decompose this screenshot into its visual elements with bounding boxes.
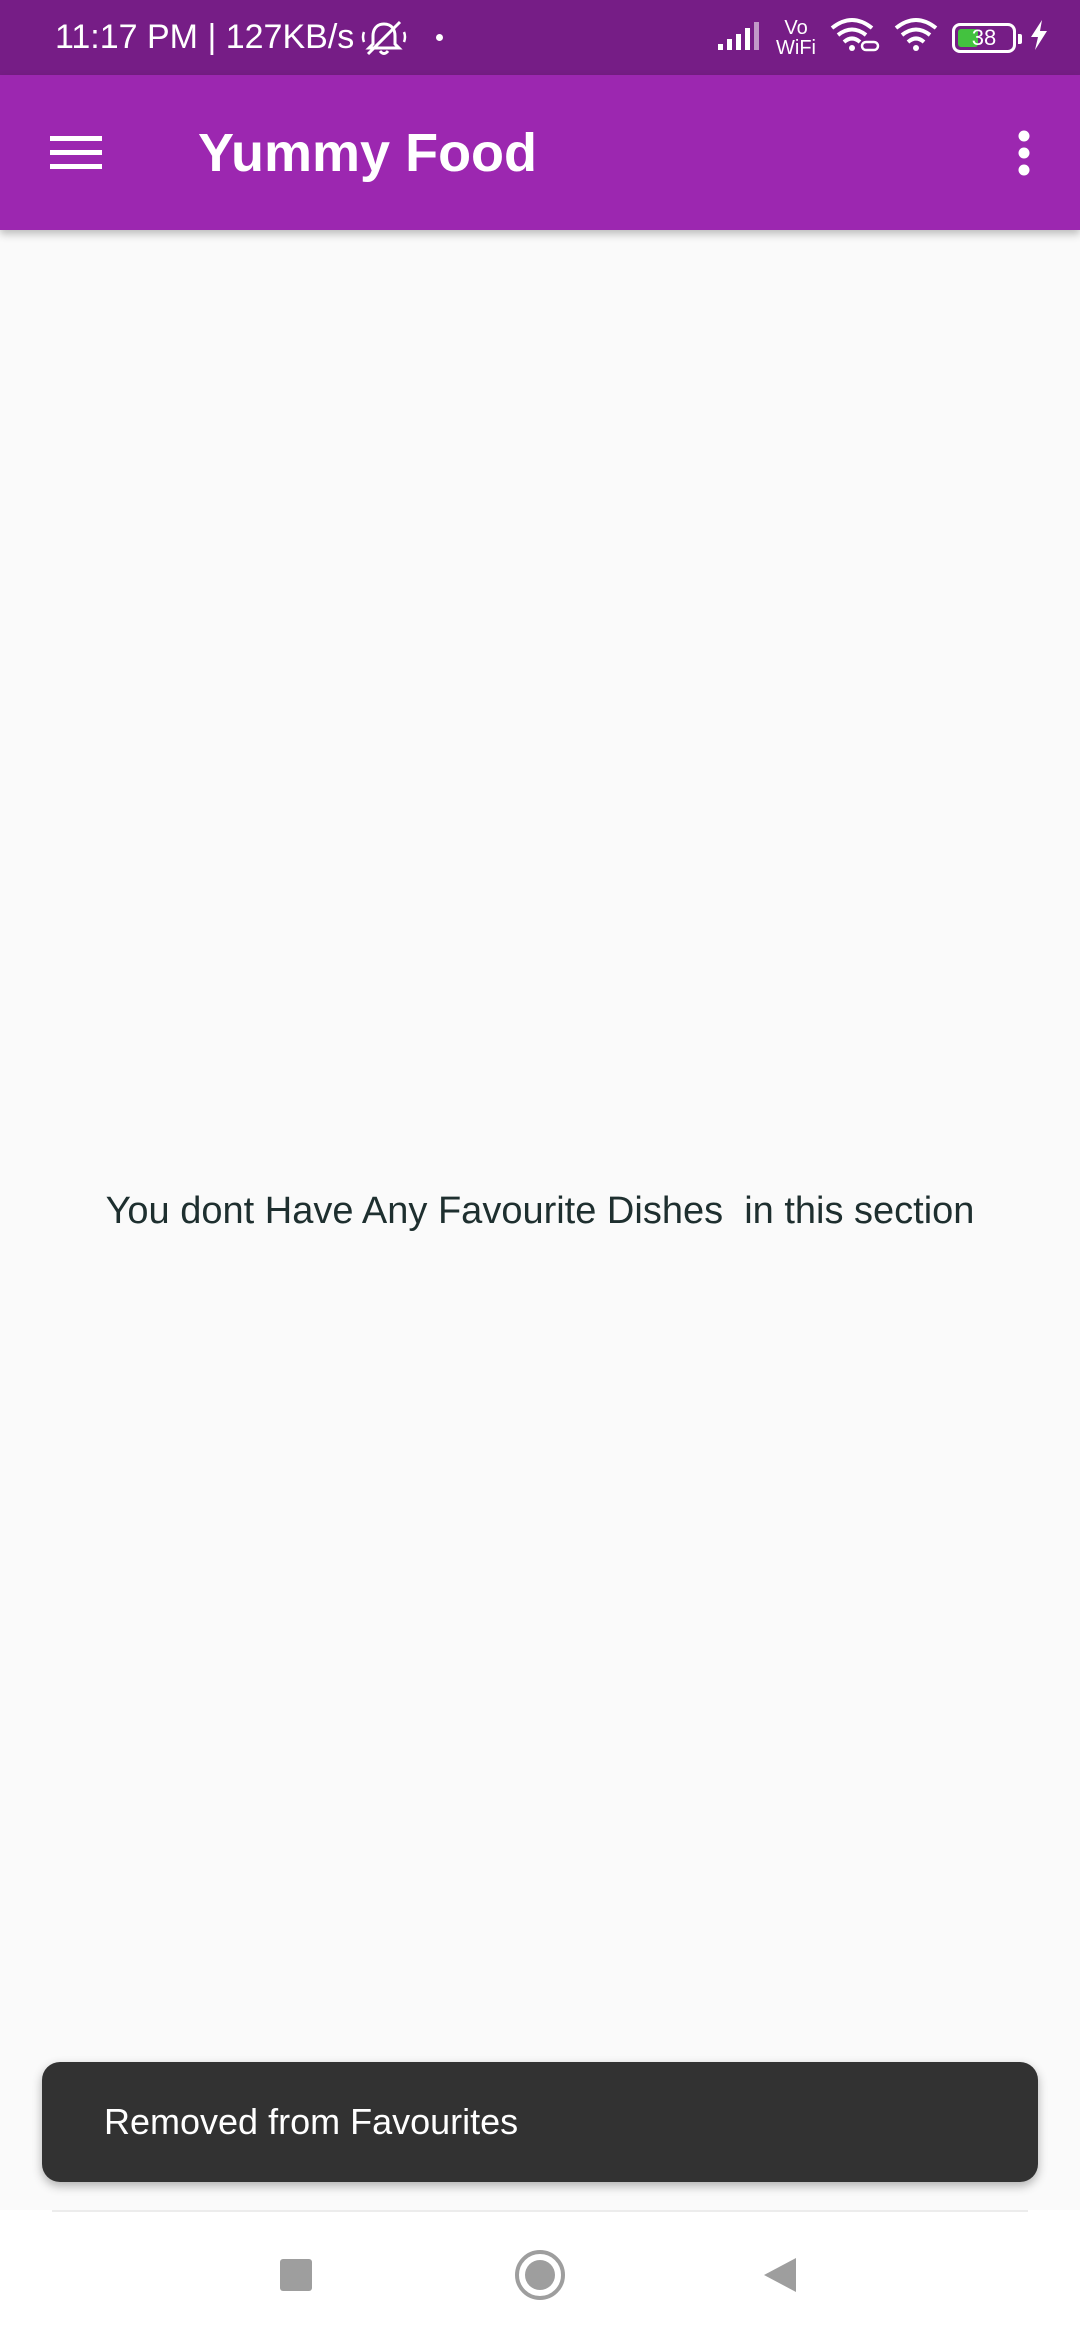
charging-bolt-icon [1028,19,1050,56]
vowifi-bottom-label: WiFi [776,36,816,59]
status-bar: 11:17 PM | 127KB/s Vo WiFi 38 [0,0,1080,75]
vowifi-icon: Vo WiFi [776,18,816,58]
system-nav-bar [0,2210,1080,2340]
cellular-signal-icon [716,20,764,55]
hamburger-menu-icon[interactable] [40,117,112,189]
home-circle-icon[interactable] [495,2230,585,2320]
wifi-link-icon [828,16,880,59]
snackbar-message: Removed from Favourites [104,2101,519,2142]
status-time-speed: 11:17 PM | 127KB/s [55,18,355,56]
status-left: 11:17 PM | 127KB/s [55,0,444,75]
status-right: Vo WiFi 38 [716,0,1050,75]
back-triangle-icon[interactable] [735,2230,825,2320]
notification-dot-icon [436,34,444,41]
wifi-icon [892,16,940,59]
vowifi-top-label: Vo [784,16,808,39]
recents-square-icon[interactable] [251,2230,341,2320]
snackbar: Removed from Favourites [42,2062,1038,2182]
battery-icon: 38 [952,22,1022,53]
more-vert-icon[interactable] [988,117,1060,189]
app-bar: Yummy Food [0,75,1080,230]
battery-cap [1018,33,1022,44]
bell-off-icon [360,18,408,58]
app-title: Yummy Food [198,122,538,183]
empty-favourites-message: You dont Have Any Favourite Dishes in th… [105,1190,975,1232]
battery-level: 38 [971,24,997,50]
nav-divider [52,2210,1028,2212]
